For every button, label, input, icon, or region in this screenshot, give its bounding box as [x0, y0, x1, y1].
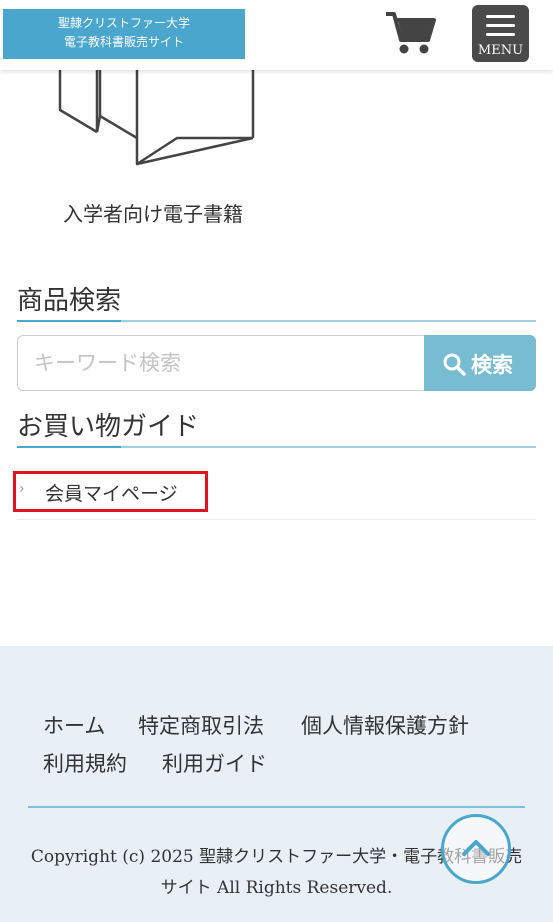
chevron-up-icon	[462, 840, 490, 856]
book-caption[interactable]: 入学者向け電子書籍	[63, 198, 243, 227]
page-top-button[interactable]	[441, 814, 511, 884]
footer-link-home[interactable]: ホーム	[43, 710, 105, 740]
guide-section-title: お買い物ガイド	[17, 406, 536, 448]
search-button[interactable]: 検索	[424, 335, 536, 391]
footer-link-guide[interactable]: 利用ガイド	[162, 748, 267, 778]
footer-link-privacy[interactable]: 個人情報保護方針	[301, 710, 469, 740]
search-section-title: 商品検索	[17, 280, 536, 322]
footer-divider	[28, 806, 525, 808]
highlight-box	[13, 471, 208, 512]
search-icon	[443, 353, 466, 376]
site-header: 聖隷クリストファー大学 電子教科書販売サイト MENU	[0, 0, 553, 70]
footer-link-commercial-law[interactable]: 特定商取引法	[138, 710, 264, 740]
search-button-label: 検索	[471, 353, 513, 377]
logo-line-2: 電子教科書販売サイト	[63, 35, 184, 49]
footer-link-terms[interactable]: 利用規約	[43, 748, 127, 778]
book-icon[interactable]	[55, 66, 260, 170]
logo-line-1: 聖隷クリストファー大学	[57, 16, 190, 30]
menu-label: MENU	[477, 43, 524, 58]
menu-button[interactable]: MENU	[472, 5, 529, 62]
site-logo[interactable]: 聖隷クリストファー大学 電子教科書販売サイト	[3, 9, 245, 59]
cart-icon[interactable]	[384, 10, 436, 56]
search-input[interactable]	[17, 335, 425, 391]
hamburger-icon	[486, 15, 515, 42]
